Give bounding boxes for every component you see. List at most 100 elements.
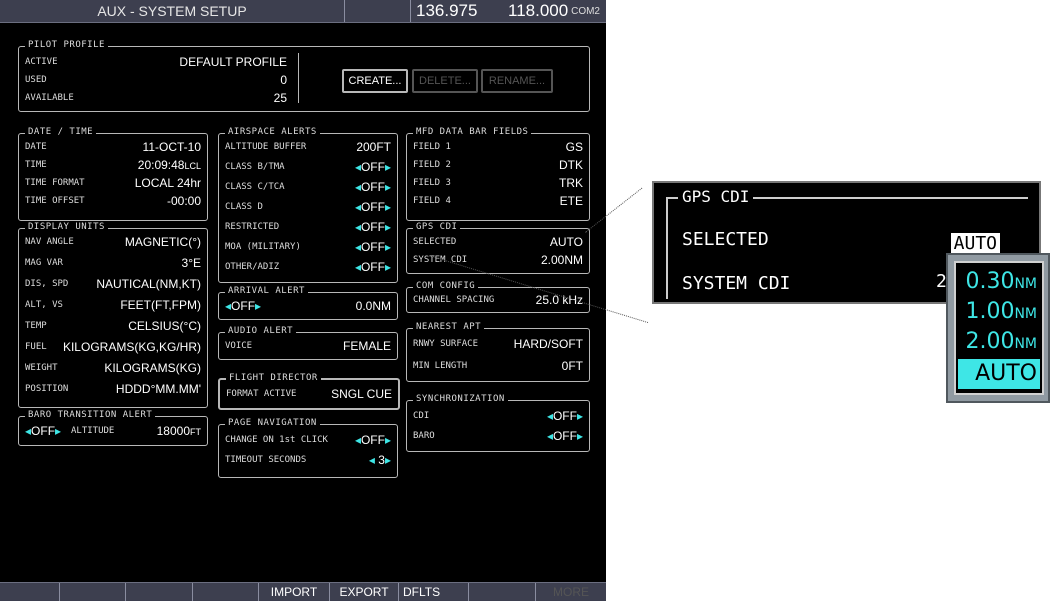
softkey-4[interactable] <box>193 583 259 601</box>
popup-option-2-00nm[interactable]: 2.00NM <box>958 327 1040 357</box>
chevron-right-icon: ▸ <box>384 160 391 174</box>
voice-value[interactable]: FEMALE <box>343 339 391 353</box>
row-key: VOICE <box>225 341 253 351</box>
softkey-1[interactable] <box>0 583 60 601</box>
field-4-value[interactable]: ETE <box>560 194 583 208</box>
altitude-buffer-value[interactable]: 200FT <box>356 140 391 154</box>
chevron-right-icon: ▸ <box>384 433 391 447</box>
dflts-softkey[interactable]: DFLTS <box>399 583 469 601</box>
row-key: CHANGE ON 1st CLICK <box>225 435 328 445</box>
flight-director-box: FLIGHT DIRECTOR FORMAT ACTIVE SNGL CUE <box>218 373 400 410</box>
min-length-value[interactable]: 0FT <box>562 359 583 373</box>
altitude-buffer-row: ALTITUDE BUFFER 200FT <box>225 140 391 156</box>
gps-cdi-selected-value[interactable]: AUTO <box>550 235 583 249</box>
row-key: MAG VAR <box>25 258 63 268</box>
mfd-data-bar-label: MFD DATA BAR FIELDS <box>413 127 532 137</box>
alt-vs-value[interactable]: FEET(FT,FPM) <box>120 298 201 312</box>
class-c-toggle[interactable]: ◂OFF▸ <box>355 180 391 194</box>
row-key: DIS, SPD <box>25 279 69 289</box>
field-2-value[interactable]: DTK <box>559 158 583 172</box>
time-row: TIME 20:09:48LCL <box>25 158 201 174</box>
baro-transition-toggle[interactable]: ◂OFF▸ <box>25 424 61 438</box>
field-3-value[interactable]: TRK <box>559 176 583 190</box>
class-b-toggle[interactable]: ◂OFF▸ <box>355 160 391 174</box>
chevron-right-icon: ▸ <box>576 429 583 443</box>
softkey-2[interactable] <box>60 583 126 601</box>
rename-button[interactable]: RENAME... <box>481 69 553 93</box>
export-softkey[interactable]: EXPORT <box>330 583 399 601</box>
row-key: CLASS C/TCA <box>225 182 285 192</box>
page-navigation-box: PAGE NAVIGATION CHANGE ON 1st CLICK ◂OFF▸… <box>218 418 398 478</box>
arrival-alert-toggle[interactable]: ◂OFF▸ <box>225 299 261 313</box>
time-format-value[interactable]: LOCAL 24hr <box>135 176 201 190</box>
rnwy-surface-value[interactable]: HARD/SOFT <box>514 337 583 351</box>
arrival-alert-distance[interactable]: 0.0NM <box>356 299 391 313</box>
display-units-label: DISPLAY UNITS <box>25 222 108 232</box>
row-key: FUEL <box>25 342 47 352</box>
format-active-value[interactable]: SNGL CUE <box>331 387 392 401</box>
change-first-click-toggle[interactable]: ◂OFF▸ <box>355 433 391 447</box>
alt-vs-row: ALT, VS FEET(FT,FPM) <box>25 298 201 314</box>
profile-active-value[interactable]: DEFAULT PROFILE <box>179 55 287 69</box>
com-active-frequency: 136.975 <box>416 1 478 20</box>
dis-spd-value[interactable]: NAUTICAL(NM,KT) <box>96 277 201 291</box>
row-key: TIME FORMAT <box>25 178 85 188</box>
weight-value[interactable]: KILOGRAMS(KG) <box>104 361 201 375</box>
sync-cdi-toggle[interactable]: ◂OFF▸ <box>547 409 583 423</box>
chevron-right-icon: ▸ <box>384 260 391 274</box>
popup-option-1-00nm[interactable]: 1.00NM <box>958 297 1040 327</box>
row-key: ACTIVE <box>25 57 58 67</box>
change-first-click-row: CHANGE ON 1st CLICK ◂OFF▸ <box>225 433 391 449</box>
position-value[interactable]: HDDD°MM.MM' <box>116 382 201 396</box>
row-key: POSITION <box>25 384 69 394</box>
com-label: COM2 <box>571 6 600 17</box>
field-1-row: FIELD 1 GS <box>413 140 583 156</box>
other-adiz-row: OTHER/ADIZ ◂OFF▸ <box>225 260 391 276</box>
arrival-alert-label: ARRIVAL ALERT <box>225 286 308 296</box>
temp-value[interactable]: CELSIUS(°C) <box>128 319 201 333</box>
fuel-value[interactable]: KILOGRAMS(KG,KG/HR) <box>63 340 201 354</box>
row-key: ALT, VS <box>25 300 63 310</box>
more-softkey[interactable]: MORE <box>536 583 606 601</box>
field-1-value[interactable]: GS <box>566 140 583 154</box>
moa-toggle[interactable]: ◂OFF▸ <box>355 240 391 254</box>
com-config-box: COM CONFIG CHANNEL SPACING 25.0 kHz <box>406 281 590 313</box>
popup-option-auto[interactable]: AUTO <box>958 359 1040 389</box>
baro-transition-box: BARO TRANSITION ALERT ◂OFF▸ ALTITUDE 180… <box>18 410 208 446</box>
row-key: DATE <box>25 142 47 152</box>
time-offset-value[interactable]: -00:00 <box>167 194 201 208</box>
zoom-selected-value[interactable]: AUTO <box>950 233 1000 254</box>
nearest-apt-label: NEAREST APT <box>413 322 485 332</box>
profile-active-row: ACTIVE DEFAULT PROFILE <box>25 55 287 71</box>
audio-alert-box: AUDIO ALERT VOICE FEMALE <box>218 326 398 360</box>
page-navigation-label: PAGE NAVIGATION <box>225 418 320 428</box>
date-value: 11-OCT-10 <box>142 140 201 154</box>
popup-list: 0.30NM 1.00NM 2.00NM AUTO <box>954 261 1044 395</box>
softkey-8[interactable] <box>470 583 536 601</box>
row-key: WEIGHT <box>25 363 58 373</box>
create-button[interactable]: CREATE... <box>342 69 408 93</box>
chevron-left-icon: ◂ <box>368 453 375 467</box>
popup-option-0-30nm[interactable]: 0.30NM <box>958 267 1040 297</box>
class-d-toggle[interactable]: ◂OFF▸ <box>355 200 391 214</box>
chevron-right-icon: ▸ <box>384 453 391 467</box>
row-key: FIELD 3 <box>413 178 451 188</box>
profile-available-value: 25 <box>273 91 287 105</box>
import-softkey[interactable]: IMPORT <box>259 583 330 601</box>
other-adiz-toggle[interactable]: ◂OFF▸ <box>355 260 391 274</box>
baro-altitude-value[interactable]: 18000FT <box>157 424 201 438</box>
format-active-row: FORMAT ACTIVE SNGL CUE <box>226 387 392 403</box>
baro-transition-label: BARO TRANSITION ALERT <box>25 410 156 420</box>
timeout-seconds-stepper[interactable]: ◂ 3▸ <box>369 453 391 467</box>
softkey-3[interactable] <box>126 583 193 601</box>
delete-button[interactable]: DELETE... <box>412 69 478 93</box>
row-key: SELECTED <box>413 237 457 247</box>
arrival-alert-row: ◂OFF▸ 0.0NM <box>225 299 391 315</box>
restricted-toggle[interactable]: ◂OFF▸ <box>355 220 391 234</box>
class-b-row: CLASS B/TMA ◂OFF▸ <box>225 160 391 176</box>
row-key: TIME <box>25 160 47 170</box>
timeout-seconds-row: TIMEOUT SECONDS ◂ 3▸ <box>225 453 391 469</box>
sync-baro-toggle[interactable]: ◂OFF▸ <box>547 429 583 443</box>
chevron-right-icon: ▸ <box>384 180 391 194</box>
nav-angle-value[interactable]: MAGNETIC(°) <box>125 235 201 249</box>
